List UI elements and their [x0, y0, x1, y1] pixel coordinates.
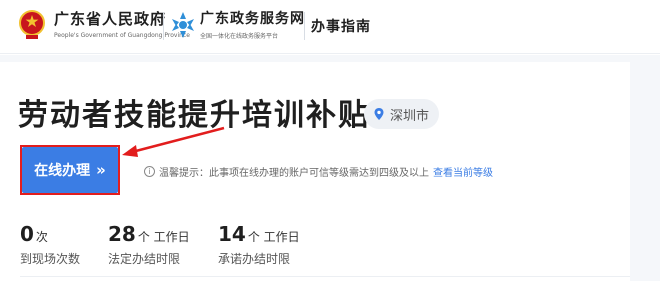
double-chevron-right-icon: » [96, 161, 106, 179]
stat-number: 14 [218, 222, 246, 246]
location-pin-icon [374, 108, 384, 120]
site-header: 广东省人民政府 People's Government of Guangdong… [0, 0, 660, 54]
stat-unit: 个 工作日 [247, 230, 300, 244]
gov-title[interactable]: 广东省人民政府 [54, 8, 166, 29]
national-emblem-icon [19, 10, 45, 39]
header-divider [163, 12, 164, 40]
portal-logo-icon [172, 12, 194, 38]
stat-number: 0 [20, 222, 34, 246]
notice-text: 温馨提示：此事项在线办理的账户可信等级需达到四级及以上 [159, 168, 429, 179]
region-tag: 深圳市 [364, 99, 440, 129]
stat-promised-limit: 14 个 工作日 承诺办结时限 [218, 222, 300, 266]
stat-label: 法定办结时限 [108, 252, 181, 266]
notice-line: i 温馨提示：此事项在线办理的账户可信等级需达到四级及以上 查看当前等级 [144, 164, 493, 179]
stat-unit: 个 工作日 [137, 230, 190, 244]
portal-title[interactable]: 广东政务服务网 [200, 8, 305, 28]
stat-number: 28 [108, 222, 136, 246]
region-label: 深圳市 [390, 108, 430, 124]
guide-label: 办事指南 [311, 19, 371, 35]
header-divider [304, 12, 305, 40]
stat-label: 承诺办结时限 [218, 252, 291, 266]
check-level-link[interactable]: 查看当前等级 [433, 164, 493, 179]
service-title: 劳动者技能提升培训补贴 [18, 98, 370, 133]
stat-unit: 次 [35, 230, 48, 244]
apply-button-label: 在线办理 [34, 163, 91, 179]
apply-online-button[interactable]: 在线办理 » [22, 147, 118, 193]
stat-legal-limit: 28 个 工作日 法定办结时限 [108, 222, 190, 266]
divider [20, 276, 630, 277]
stat-label: 到现场次数 [20, 252, 81, 266]
portal-subtitle: 全国一体化在线政务服务平台 [200, 33, 279, 40]
info-icon: i [144, 166, 155, 177]
stat-visits: 0次 到现场次数 [20, 222, 80, 266]
